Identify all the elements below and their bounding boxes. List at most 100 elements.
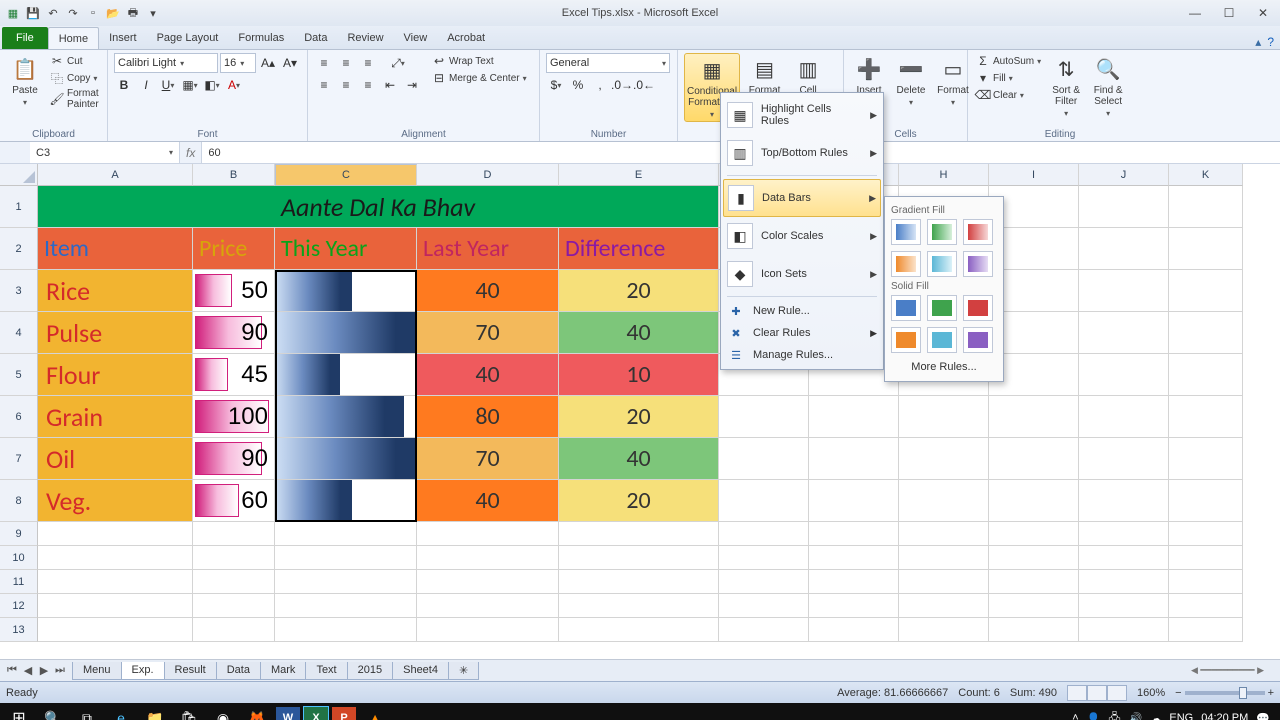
cell[interactable] (1079, 270, 1169, 312)
borders-button[interactable]: ▦▾ (180, 75, 200, 95)
cell[interactable] (899, 522, 989, 546)
gradient-green[interactable] (927, 219, 957, 245)
cell[interactable] (1079, 522, 1169, 546)
cell[interactable] (275, 396, 417, 438)
cell[interactable] (809, 618, 899, 642)
solid-red[interactable] (963, 295, 993, 321)
cell[interactable] (899, 480, 989, 522)
sheet-tab-text[interactable]: Text (305, 662, 347, 680)
cell[interactable]: Item (38, 228, 193, 270)
cell[interactable] (1079, 480, 1169, 522)
cell[interactable] (275, 312, 417, 354)
row-header-7[interactable]: 7 (0, 438, 38, 480)
gradient-purple[interactable] (963, 251, 993, 277)
cell[interactable] (559, 546, 719, 570)
align-middle-icon[interactable]: ≡ (336, 53, 356, 73)
col-header-B[interactable]: B (193, 164, 275, 186)
cell[interactable]: 40 (559, 438, 719, 480)
sheet-tab-exp[interactable]: Exp. (121, 662, 165, 680)
cell[interactable] (719, 522, 809, 546)
cell[interactable] (417, 594, 559, 618)
cell[interactable] (38, 570, 193, 594)
cell[interactable] (989, 570, 1079, 594)
sort-filter-button[interactable]: ⇅Sort & Filter▾ (1047, 53, 1085, 120)
tab-formulas[interactable]: Formulas (228, 27, 294, 49)
font-size-select[interactable]: 16▾ (220, 53, 256, 73)
cell[interactable] (809, 396, 899, 438)
cell[interactable] (989, 546, 1079, 570)
row-header-9[interactable]: 9 (0, 522, 38, 546)
sheet-tab-result[interactable]: Result (164, 662, 217, 680)
cell[interactable] (989, 594, 1079, 618)
cell[interactable]: Flour (38, 354, 193, 396)
tray-network-icon[interactable]: 🖧 (1108, 709, 1120, 720)
cell[interactable] (899, 594, 989, 618)
cell[interactable] (1169, 312, 1243, 354)
save-icon[interactable]: 💾 (24, 4, 42, 22)
menu-data-bars[interactable]: ▮Data Bars▶ (723, 179, 881, 217)
solid-orange[interactable] (891, 327, 921, 353)
align-top-icon[interactable]: ≡ (314, 53, 334, 73)
solid-lightblue[interactable] (927, 327, 957, 353)
fx-icon[interactable]: fx (186, 146, 195, 160)
word-icon[interactable]: W (276, 707, 300, 720)
col-header-C[interactable]: C (275, 164, 417, 186)
cell[interactable] (559, 570, 719, 594)
cell[interactable] (989, 480, 1079, 522)
cell[interactable]: 40 (417, 480, 559, 522)
undo-icon[interactable]: ↶ (44, 4, 62, 22)
cell[interactable] (417, 618, 559, 642)
tab-review[interactable]: Review (337, 27, 393, 49)
tab-insert[interactable]: Insert (99, 27, 147, 49)
cell[interactable] (719, 396, 809, 438)
tray-notifications-icon[interactable]: 💬 (1256, 712, 1270, 720)
autosum-button[interactable]: ΣAutoSum▾ (974, 53, 1043, 69)
copy-button[interactable]: ⿻Copy▾ (48, 70, 101, 86)
cell[interactable]: 40 (417, 354, 559, 396)
tray-onedrive-icon[interactable]: ☁ (1150, 712, 1161, 720)
tab-home[interactable]: Home (48, 27, 99, 49)
bold-button[interactable]: B (114, 75, 134, 95)
cell[interactable] (417, 522, 559, 546)
decrease-indent-icon[interactable]: ⇤ (380, 75, 400, 95)
format-cells-button[interactable]: ▭Format▾ (934, 53, 972, 109)
cell[interactable] (275, 438, 417, 480)
cell[interactable] (1079, 228, 1169, 270)
col-header-I[interactable]: I (989, 164, 1079, 186)
gradient-blue[interactable] (891, 219, 921, 245)
cell[interactable] (1169, 186, 1243, 228)
cell[interactable] (1079, 570, 1169, 594)
cell[interactable] (417, 546, 559, 570)
cell[interactable] (275, 594, 417, 618)
row-header-12[interactable]: 12 (0, 594, 38, 618)
cell[interactable] (1169, 228, 1243, 270)
merged-title-cell[interactable]: Aante Dal Ka Bhav (38, 186, 719, 228)
find-select-button[interactable]: 🔍Find & Select▾ (1089, 53, 1127, 120)
menu-icon-sets[interactable]: ◆Icon Sets▶ (723, 255, 881, 293)
cell[interactable] (1169, 522, 1243, 546)
cell[interactable]: 90 (193, 438, 275, 480)
cell[interactable] (275, 354, 417, 396)
new-icon[interactable]: ▫ (84, 4, 102, 22)
tab-page-layout[interactable]: Page Layout (147, 27, 229, 49)
cell[interactable] (559, 594, 719, 618)
tab-data[interactable]: Data (294, 27, 337, 49)
minimize-button[interactable]: — (1178, 0, 1212, 26)
cell[interactable]: 40 (417, 270, 559, 312)
gradient-lightblue[interactable] (927, 251, 957, 277)
cell[interactable] (899, 618, 989, 642)
fill-color-button[interactable]: ◧▾ (202, 75, 222, 95)
sheet-tab-menu[interactable]: Menu (72, 662, 122, 680)
menu-clear-rules[interactable]: ✖Clear Rules▶ (723, 322, 881, 344)
decrease-decimal-icon[interactable]: .0← (634, 75, 654, 95)
cell[interactable] (1169, 270, 1243, 312)
cell[interactable] (38, 594, 193, 618)
file-tab[interactable]: File (2, 27, 48, 49)
grow-font-icon[interactable]: A▴ (258, 53, 278, 73)
tab-view[interactable]: View (394, 27, 438, 49)
store-icon[interactable]: 🛍 (174, 705, 204, 720)
task-view-icon[interactable]: ⧉ (72, 705, 102, 720)
cell[interactable]: 10 (559, 354, 719, 396)
cell[interactable] (38, 546, 193, 570)
select-all-button[interactable] (0, 164, 38, 186)
